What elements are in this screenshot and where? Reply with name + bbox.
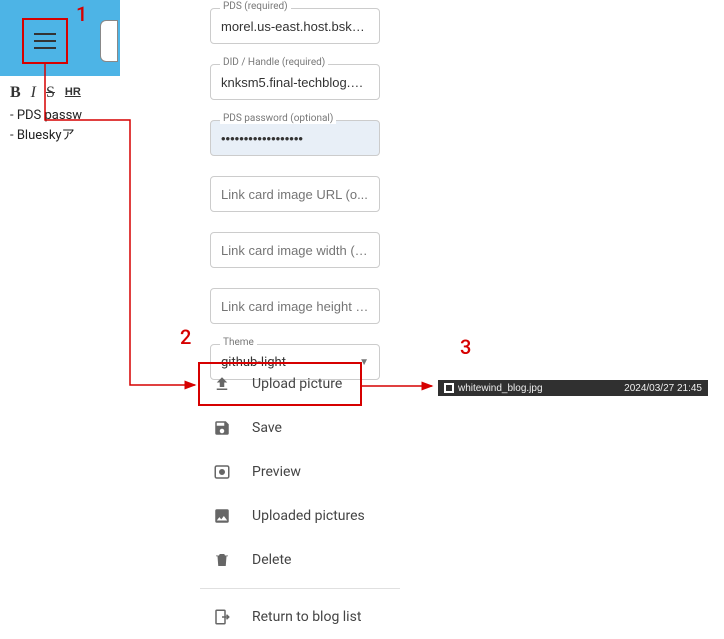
settings-form: PDS (required) DID / Handle (required) P… (210, 8, 380, 388)
delete-label: Delete (252, 552, 291, 568)
return-item[interactable]: Return to blog list (200, 595, 400, 639)
exit-icon (212, 607, 232, 627)
trash-icon (212, 550, 232, 570)
preview-icon (212, 462, 232, 482)
strike-button[interactable]: S (46, 84, 55, 102)
hr-button[interactable]: HR (65, 86, 81, 104)
link-image-url-input[interactable] (210, 176, 380, 212)
pds-input[interactable] (210, 8, 380, 44)
pds-label: PDS (required) (220, 1, 291, 12)
image-icon (212, 506, 232, 526)
file-icon (444, 383, 454, 393)
action-menu: Upload picture Save Preview Uploaded pic… (200, 362, 400, 639)
file-date: 2024/03/27 21:45 (624, 383, 702, 394)
password-input[interactable] (210, 120, 380, 156)
link-image-height-field-wrap (210, 288, 380, 324)
upload-picture-label: Upload picture (252, 376, 342, 392)
uploaded-pictures-item[interactable]: Uploaded pictures (200, 494, 400, 538)
editor-text-snippet: - PDS passw - Blueskyア (0, 106, 120, 145)
did-label: DID / Handle (required) (220, 57, 328, 68)
did-input[interactable] (210, 64, 380, 100)
link-image-width-input[interactable] (210, 232, 380, 268)
format-toolbar: B I S HR (0, 76, 120, 106)
hamburger-icon[interactable] (34, 33, 56, 49)
editor-line: - PDS passw (10, 106, 120, 126)
annotation-box-1 (22, 18, 68, 64)
titlebar-edge-button[interactable] (100, 20, 118, 62)
annotation-number-2: 2 (180, 325, 191, 349)
pds-field-wrap: PDS (required) (210, 8, 380, 44)
save-icon (212, 418, 232, 438)
return-label: Return to blog list (252, 609, 361, 625)
preview-label: Preview (252, 464, 301, 480)
upload-picture-item[interactable]: Upload picture (200, 362, 400, 406)
bold-button[interactable]: B (10, 84, 21, 102)
editor-line: - Blueskyア (10, 126, 120, 146)
link-image-height-input[interactable] (210, 288, 380, 324)
annotation-number-3: 3 (460, 335, 471, 359)
menu-divider (200, 588, 400, 589)
save-item[interactable]: Save (200, 406, 400, 450)
password-label: PDS password (optional) (220, 113, 336, 124)
delete-item[interactable]: Delete (200, 538, 400, 582)
upload-icon (212, 374, 232, 394)
file-name: whitewind_blog.jpg (458, 383, 543, 394)
link-image-url-field-wrap (210, 176, 380, 212)
did-field-wrap: DID / Handle (required) (210, 64, 380, 100)
save-label: Save (252, 420, 282, 436)
uploaded-pictures-label: Uploaded pictures (252, 508, 365, 524)
italic-button[interactable]: I (31, 84, 36, 102)
file-explorer-row[interactable]: whitewind_blog.jpg 2024/03/27 21:45 (438, 380, 708, 396)
left-editor-panel: B I S HR - PDS passw - Blueskyア (0, 0, 120, 145)
theme-label: Theme (220, 337, 257, 348)
password-field-wrap: PDS password (optional) (210, 120, 380, 156)
link-image-width-field-wrap (210, 232, 380, 268)
preview-item[interactable]: Preview (200, 450, 400, 494)
annotation-number-1: 1 (76, 2, 87, 26)
